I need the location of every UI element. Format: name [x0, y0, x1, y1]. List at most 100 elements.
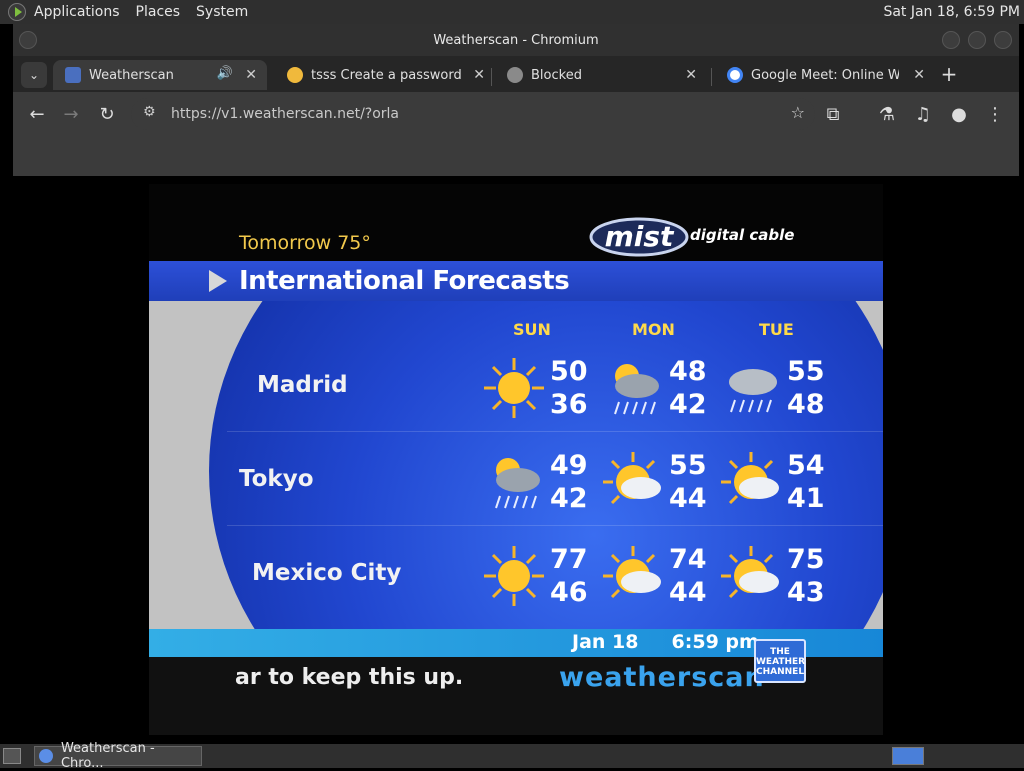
audio-playing-icon[interactable]: 🔊: [217, 66, 233, 81]
system-top-panel: Applications Places System Sat Jan 18, 6…: [0, 0, 1024, 24]
low-temp: 42: [550, 483, 588, 514]
forecast-cell: 55 44: [601, 446, 731, 518]
places-menu[interactable]: Places: [136, 4, 181, 20]
forecast-cell: 49 42: [482, 446, 612, 518]
tab-tsss[interactable]: tsss Create a password-p ✕: [275, 60, 487, 90]
system-menu[interactable]: System: [196, 4, 248, 20]
high-temp: 75: [787, 544, 825, 575]
bookmark-star-icon[interactable]: ☆: [791, 103, 805, 122]
maximize-icon[interactable]: [968, 31, 986, 49]
high-temp: 49: [550, 450, 588, 481]
forward-arrow-icon[interactable]: →: [59, 102, 83, 126]
sun-rain-icon: [495, 458, 540, 509]
workspace-switcher-icon[interactable]: [892, 747, 924, 765]
weather-channel-badge: THE WEATHER CHANNEL: [754, 639, 806, 683]
close-tab-icon[interactable]: ✕: [473, 67, 485, 83]
sunny-icon: [484, 546, 544, 606]
chromium-icon: [39, 749, 53, 763]
high-temp: 54: [787, 450, 825, 481]
system-clock[interactable]: Sat Jan 18, 6:59 PM: [883, 4, 1020, 20]
reload-icon[interactable]: ↻: [95, 102, 119, 126]
city-name: Madrid: [257, 372, 348, 398]
tab-title: Weatherscan: [89, 67, 174, 83]
partly-cloudy-icon: [721, 546, 779, 599]
forecast-row: Mexico City 77 46 74 44 75 43: [227, 532, 883, 620]
tab-separator: [711, 68, 712, 86]
low-temp: 46: [550, 577, 588, 608]
low-temp: 36: [550, 389, 588, 420]
forecast-cell: 77 46: [482, 540, 612, 612]
url-text[interactable]: https://v1.weatherscan.net/?orla: [171, 106, 399, 122]
extensions-icon[interactable]: ⧉: [821, 102, 845, 126]
tab-title: Google Meet: Online Web: [751, 67, 899, 83]
minimize-icon[interactable]: [942, 31, 960, 49]
close-tab-icon[interactable]: ✕: [685, 67, 697, 83]
high-temp: 77: [550, 544, 588, 575]
partly-cloudy-icon: [721, 452, 779, 505]
os-logo-icon[interactable]: [8, 3, 26, 21]
browser-menu-kebab-icon[interactable]: ⋮: [983, 102, 1007, 126]
rain-icon: [729, 369, 777, 413]
media-control-icon[interactable]: ♫: [911, 102, 935, 126]
sun-rain-icon: [614, 364, 659, 415]
day-header-sun: SUN: [513, 320, 551, 339]
partly-cloudy-icon: [603, 452, 661, 505]
profile-avatar-icon[interactable]: ●: [947, 102, 971, 126]
header-title: International Forecasts: [239, 266, 570, 296]
window-menu-icon[interactable]: [19, 31, 37, 49]
low-temp: 41: [787, 483, 825, 514]
applications-menu[interactable]: Applications: [34, 4, 120, 20]
day-header-tue: TUE: [759, 320, 794, 339]
window-titlebar[interactable]: Weatherscan - Chromium: [13, 24, 1019, 56]
forecast-cell: 48 42: [601, 352, 731, 424]
partly-cloudy-icon: [603, 546, 661, 599]
forecast-cell: 54 41: [719, 446, 849, 518]
taskbar-window-label: Weatherscan - Chro...: [60, 741, 155, 771]
city-name: Tokyo: [239, 466, 314, 492]
high-temp: 48: [669, 356, 707, 387]
play-triangle-icon: [209, 270, 227, 292]
close-window-icon[interactable]: [994, 31, 1012, 49]
tomorrow-temp: Tomorrow 75°: [239, 232, 371, 254]
mist-logo-text: mist: [605, 220, 675, 253]
mist-logo: mist: [589, 217, 689, 257]
site-info-icon[interactable]: ⚙: [143, 104, 156, 120]
tab-title: tsss Create a password-p: [311, 67, 461, 83]
tab-separator: [491, 68, 492, 86]
forecast-cell: 50 36: [482, 352, 612, 424]
weatherscan-display: Tomorrow 75° mist digital cable Internat…: [149, 184, 883, 735]
low-temp: 44: [669, 577, 707, 608]
labs-flask-icon[interactable]: ⚗: [875, 102, 899, 126]
tab-weatherscan[interactable]: Weatherscan 🔊 ✕: [53, 60, 267, 90]
forecast-cell: 74 44: [601, 540, 731, 612]
bottom-taskbar: Weatherscan - Chro...: [0, 741, 1024, 771]
globe-favicon-icon: [507, 67, 523, 83]
emoji-favicon-icon: [287, 67, 303, 83]
low-temp: 48: [787, 389, 825, 420]
sunny-icon: [484, 358, 544, 418]
forecast-row: Madrid 50 36 48 42 55 48: [227, 344, 883, 432]
taskbar-window-button[interactable]: Weatherscan - Chro...: [34, 741, 202, 771]
weatherscan-favicon-icon: [65, 67, 81, 83]
tab-search-chevron-icon[interactable]: ⌄: [21, 62, 47, 88]
forecast-cell: 75 43: [719, 540, 849, 612]
low-temp: 44: [669, 483, 707, 514]
forecast-cell: 55 48: [719, 352, 849, 424]
ticker-text: ar to keep this up.: [235, 665, 464, 690]
google-favicon-icon: [727, 67, 743, 83]
window-title: Weatherscan - Chromium: [433, 32, 599, 48]
new-tab-plus-icon[interactable]: +: [937, 62, 961, 86]
tab-google-meet[interactable]: Google Meet: Online Web ✕: [715, 60, 927, 90]
close-tab-icon[interactable]: ✕: [913, 67, 925, 83]
show-desktop-icon[interactable]: [3, 748, 21, 764]
high-temp: 55: [669, 450, 707, 481]
tab-strip: ⌄ Weatherscan 🔊 ✕ tsss Create a password…: [13, 56, 1019, 92]
day-header-mon: MON: [632, 320, 675, 339]
tab-blocked[interactable]: Blocked ✕: [495, 60, 707, 90]
browser-window: Weatherscan - Chromium ⌄ Weatherscan 🔊 ✕…: [13, 24, 1019, 176]
back-arrow-icon[interactable]: ←: [25, 102, 49, 126]
low-temp: 42: [669, 389, 707, 420]
address-bar[interactable]: ⚙ https://v1.weatherscan.net/?orla ☆: [131, 98, 815, 130]
high-temp: 74: [669, 544, 707, 575]
close-tab-icon[interactable]: ✕: [245, 67, 257, 83]
